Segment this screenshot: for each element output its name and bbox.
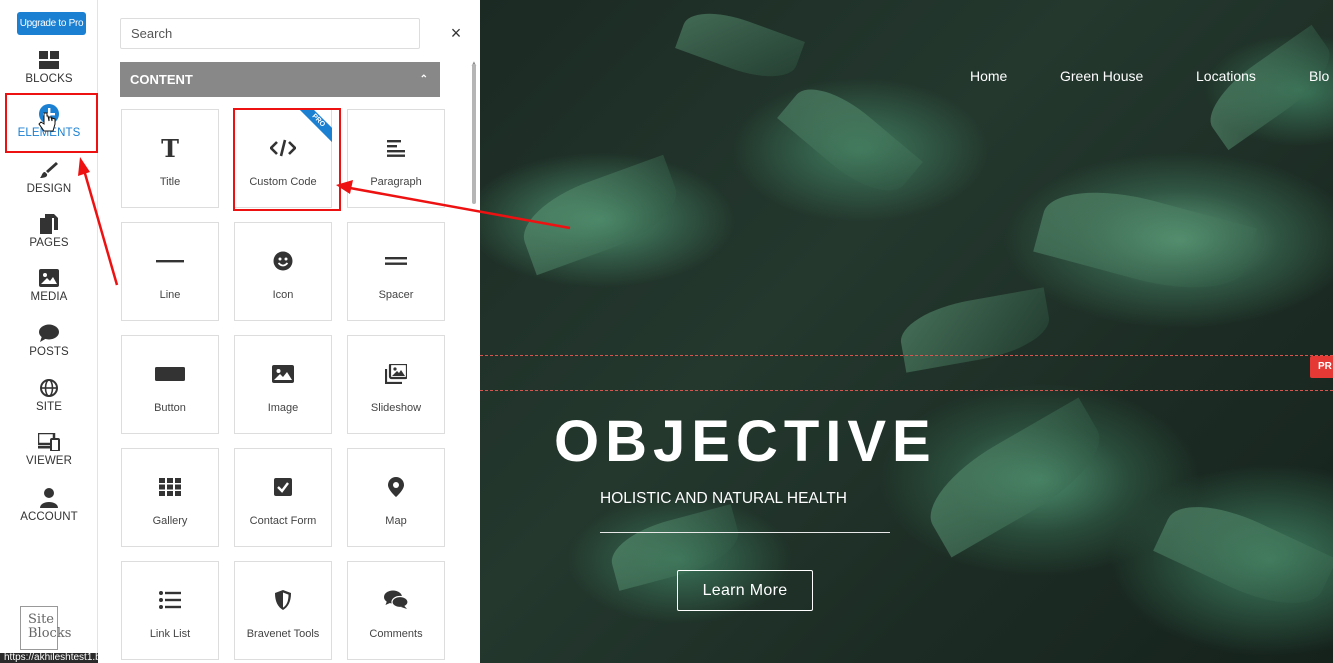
- element-tile-gallery[interactable]: Gallery: [121, 448, 219, 547]
- element-tile-line[interactable]: Line: [121, 222, 219, 321]
- globe-icon: [40, 376, 58, 400]
- title-icon: T: [161, 133, 179, 163]
- element-label: Paragraph: [370, 176, 422, 188]
- image-icon: [39, 266, 59, 290]
- nav-label: PAGES: [29, 237, 69, 249]
- pages-icon: [40, 212, 58, 236]
- element-label: Icon: [272, 289, 294, 301]
- highlight-custom-code-tile: [233, 108, 341, 211]
- paragraph-icon: [387, 136, 405, 160]
- panel-scrollbar[interactable]: [472, 64, 476, 204]
- comment-icon: [39, 321, 59, 345]
- element-tile-slideshow[interactable]: Slideshow: [347, 335, 445, 434]
- element-label: Image: [267, 402, 299, 414]
- element-label: Map: [385, 515, 407, 527]
- shield-icon: [275, 588, 291, 612]
- site-preview: Home Green House Locations Blo PR OBJECT…: [480, 0, 1333, 663]
- element-label: Title: [159, 176, 181, 188]
- leaf-decoration: [512, 154, 688, 276]
- nav-item-design[interactable]: DESIGN: [0, 158, 98, 212]
- nav-label: ACCOUNT: [20, 511, 78, 523]
- element-tile-contact-form[interactable]: Contact Form: [234, 448, 332, 547]
- element-tile-icon[interactable]: Icon: [234, 222, 332, 321]
- element-tile-comments[interactable]: Comments: [347, 561, 445, 660]
- block-boundary-bottom: [480, 390, 1333, 391]
- checkbox-icon: [274, 475, 292, 499]
- element-tile-title[interactable]: T Title: [121, 109, 219, 208]
- grid-icon: [159, 475, 181, 499]
- content-section-header[interactable]: CONTENT ⌃: [120, 62, 440, 97]
- element-label: Comments: [369, 628, 423, 640]
- leaf-decoration: [895, 287, 1055, 373]
- leaf-decoration: [777, 72, 923, 208]
- element-tile-map[interactable]: Map: [347, 448, 445, 547]
- line-icon: [156, 249, 184, 273]
- element-tile-link-list[interactable]: Link List: [121, 561, 219, 660]
- element-tile-paragraph[interactable]: Paragraph: [347, 109, 445, 208]
- nav-item-account[interactable]: ACCOUNT: [0, 486, 98, 540]
- highlight-elements-nav: [5, 93, 98, 153]
- button-icon: [155, 362, 185, 386]
- smiley-icon: [273, 249, 293, 273]
- nav-label: MEDIA: [30, 291, 68, 303]
- site-nav-blog[interactable]: Blo: [1309, 68, 1329, 84]
- upgrade-to-pro-button[interactable]: Upgrade to Pro: [17, 12, 86, 35]
- siteblocks-logo: Site Blocks: [20, 606, 72, 650]
- leaf-decoration: [913, 397, 1117, 558]
- nav-label: SITE: [36, 401, 62, 413]
- site-nav-home[interactable]: Home: [970, 68, 1007, 84]
- nav-item-site[interactable]: SITE: [0, 376, 98, 430]
- block-boundary-top: [480, 355, 1333, 356]
- element-tile-button[interactable]: Button: [121, 335, 219, 434]
- list-icon: [159, 588, 181, 612]
- chevron-up-icon: ⌃: [419, 74, 428, 85]
- site-nav-locations[interactable]: Locations: [1196, 68, 1256, 84]
- elements-panel: × CONTENT ⌃ ▲ T Title PRO Custom Code Pa…: [98, 0, 478, 663]
- leaf-decoration: [1033, 174, 1257, 306]
- search-input[interactable]: [120, 18, 420, 49]
- element-label: Line: [159, 289, 181, 301]
- element-label: Gallery: [152, 515, 188, 527]
- nav-label: DESIGN: [26, 183, 72, 195]
- nav-label: BLOCKS: [25, 73, 73, 85]
- hero-subtitle: HOLISTIC AND NATURAL HEALTH: [600, 490, 847, 507]
- devices-icon: [38, 430, 60, 454]
- logo-line1: Site: [28, 612, 54, 627]
- element-label: Bravenet Tools: [246, 628, 320, 640]
- spacer-icon: [385, 249, 407, 273]
- hero-title: OBJECTIVE: [554, 409, 937, 474]
- element-label: Contact Form: [249, 515, 317, 527]
- pro-tag: PR: [1310, 356, 1333, 378]
- nav-item-posts[interactable]: POSTS: [0, 321, 98, 375]
- nav-item-viewer[interactable]: VIEWER: [0, 430, 98, 484]
- blocks-icon: [39, 48, 59, 72]
- element-tile-spacer[interactable]: Spacer: [347, 222, 445, 321]
- map-pin-icon: [388, 475, 404, 499]
- image-icon: [272, 362, 294, 386]
- nav-item-pages[interactable]: PAGES: [0, 212, 98, 266]
- learn-more-button[interactable]: Learn More: [677, 570, 813, 611]
- element-tile-bravenet-tools[interactable]: Bravenet Tools: [234, 561, 332, 660]
- leaf-decoration: [1153, 487, 1333, 623]
- nav-label: VIEWER: [26, 455, 72, 467]
- logo-line2: Blocks: [28, 626, 72, 641]
- hero-divider: [600, 532, 890, 533]
- site-nav-green-house[interactable]: Green House: [1060, 68, 1143, 84]
- element-label: Link List: [149, 628, 191, 640]
- element-label: Button: [154, 402, 186, 414]
- nav-item-media[interactable]: MEDIA: [0, 266, 98, 320]
- paintbrush-icon: [39, 158, 59, 182]
- comments-icon: [384, 588, 408, 612]
- user-icon: [40, 486, 58, 510]
- element-label: Slideshow: [370, 402, 422, 414]
- element-tile-image[interactable]: Image: [234, 335, 332, 434]
- close-icon[interactable]: ×: [448, 22, 464, 44]
- section-title: CONTENT: [130, 72, 193, 87]
- leaf-decoration: [1196, 24, 1333, 151]
- element-label: Spacer: [378, 289, 414, 301]
- leaf-decoration: [675, 0, 805, 90]
- nav-label: POSTS: [29, 346, 69, 358]
- slideshow-icon: [385, 362, 407, 386]
